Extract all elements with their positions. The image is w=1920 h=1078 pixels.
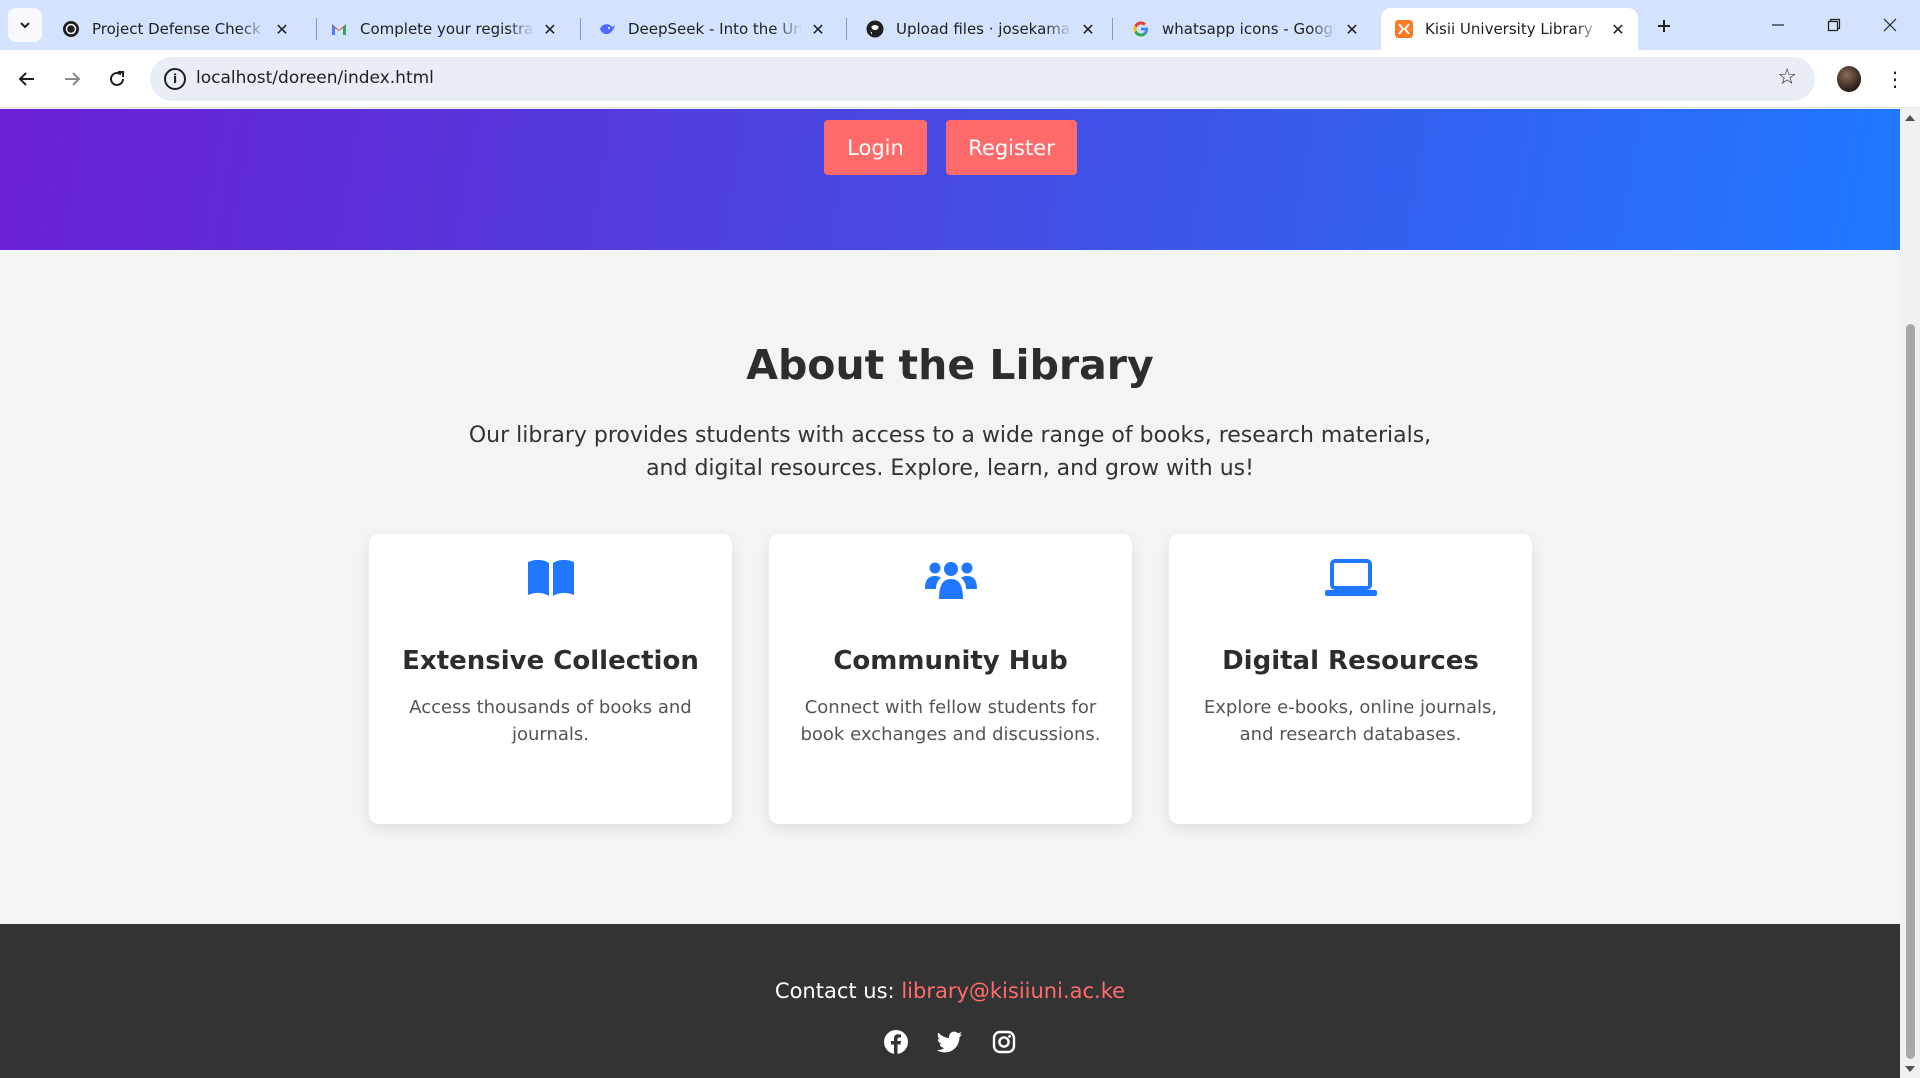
contact-line: Contact us: library@kisiiuni.ac.ke (0, 979, 1900, 1003)
close-icon (1883, 18, 1897, 32)
tab-title: Upload files · josekamaa/p (896, 20, 1072, 38)
minimize-button[interactable] (1750, 8, 1806, 42)
close-icon[interactable]: ✕ (272, 19, 292, 39)
login-button[interactable]: Login (824, 120, 927, 175)
site-info-icon[interactable]: i (164, 68, 186, 90)
profile-avatar[interactable] (1837, 66, 1861, 92)
laptop-icon (1324, 559, 1377, 596)
contact-email-link[interactable]: library@kisiiuni.ac.ke (901, 979, 1125, 1003)
new-tab-button[interactable] (1650, 12, 1678, 40)
tab-separator (1112, 18, 1113, 40)
feature-card-community: Community Hub Connect with fellow studen… (769, 534, 1132, 824)
tab-title: whatsapp icons - Google Search (1162, 20, 1336, 38)
tab-deepseek[interactable]: DeepSeek - Into the Unknown ✕ (584, 8, 838, 50)
card-title: Digital Resources (1222, 646, 1479, 676)
deepseek-icon (600, 24, 615, 35)
tab-registration[interactable]: Complete your registration ✕ (316, 8, 570, 50)
tab-google-search[interactable]: whatsapp icons - Google Search ✕ (1118, 8, 1372, 50)
card-text: Connect with fellow students for book ex… (800, 697, 1101, 745)
hero-section: Login Register (0, 109, 1900, 250)
scroll-thumb[interactable] (1906, 324, 1915, 1059)
xampp-icon (1395, 20, 1413, 38)
gmail-icon (332, 24, 346, 35)
bookmark-star-icon[interactable]: ☆ (1777, 65, 1797, 90)
twitter-icon[interactable] (937, 1029, 963, 1055)
feature-card-digital: Digital Resources Explore e-books, onlin… (1169, 534, 1532, 824)
tab-github-upload[interactable]: Upload files · josekamaa/p ✕ (852, 8, 1108, 50)
restore-button[interactable] (1806, 8, 1862, 42)
google-icon (1133, 21, 1148, 37)
tab-title: Project Defense Check (92, 20, 261, 38)
tab-strip: Project Defense Check ✕ Complete your re… (0, 0, 1920, 50)
page-viewport: Login Register About the Library Our lib… (0, 109, 1900, 1078)
chevron-down-icon (20, 22, 30, 29)
register-button[interactable]: Register (946, 120, 1077, 175)
open-book-icon (527, 559, 574, 596)
card-title: Community Hub (833, 646, 1068, 676)
card-text: Explore e-books, online journals, and re… (1203, 697, 1498, 745)
users-icon (924, 562, 977, 599)
scroll-up-arrow[interactable] (1905, 115, 1915, 121)
browser-menu-icon[interactable]: ⋮ (1880, 62, 1910, 96)
tab-title: DeepSeek - Into the Unknown (628, 20, 802, 38)
instagram-icon[interactable] (991, 1029, 1017, 1055)
feature-card-collection: Extensive Collection Access thousands of… (369, 534, 732, 824)
forward-button[interactable] (55, 62, 89, 96)
restore-icon (1827, 18, 1841, 32)
address-bar[interactable]: i localhost/doreen/index.html ☆ (150, 57, 1815, 101)
browser-toolbar: i localhost/doreen/index.html ☆ ⋮ (0, 50, 1920, 108)
reload-button[interactable] (100, 62, 134, 96)
tab-search-button[interactable] (8, 8, 42, 42)
url-text[interactable]: localhost/doreen/index.html (196, 68, 434, 88)
page-scrollbar[interactable] (1900, 109, 1920, 1078)
arrow-right-icon (65, 72, 81, 86)
footer: Contact us: library@kisiiuni.ac.ke (0, 924, 1900, 1078)
close-icon[interactable]: ✕ (1342, 19, 1362, 39)
close-window-button[interactable] (1862, 8, 1918, 42)
tab-separator (580, 18, 581, 40)
facebook-icon[interactable] (883, 1029, 909, 1055)
close-icon[interactable]: ✕ (1078, 19, 1098, 39)
tab-kisii-library[interactable]: Kisii University Library ✕ (1381, 8, 1638, 50)
minimize-icon (1772, 24, 1784, 26)
chatgpt-icon (63, 21, 79, 37)
card-title: Extensive Collection (402, 646, 699, 676)
tab-title: Complete your registration (360, 20, 534, 38)
back-button[interactable] (10, 62, 44, 96)
tab-title: Kisii University Library (1425, 20, 1593, 38)
tab-separator (846, 18, 847, 40)
contact-label: Contact us: (774, 979, 895, 1003)
card-text: Access thousands of books and journals. (409, 697, 692, 745)
reload-icon (110, 71, 124, 86)
close-icon[interactable]: ✕ (540, 19, 560, 39)
scroll-down-arrow[interactable] (1905, 1066, 1915, 1072)
arrow-left-icon (18, 72, 34, 86)
about-description: Our library provides students with acces… (468, 423, 1432, 481)
close-icon[interactable]: ✕ (808, 19, 828, 39)
github-icon (866, 20, 884, 38)
plus-icon (1658, 20, 1670, 32)
about-title: About the Library (746, 341, 1154, 389)
tab-project-defense[interactable]: Project Defense Check ✕ (48, 8, 302, 50)
social-links (0, 1029, 1900, 1055)
close-icon[interactable]: ✕ (1608, 19, 1628, 39)
